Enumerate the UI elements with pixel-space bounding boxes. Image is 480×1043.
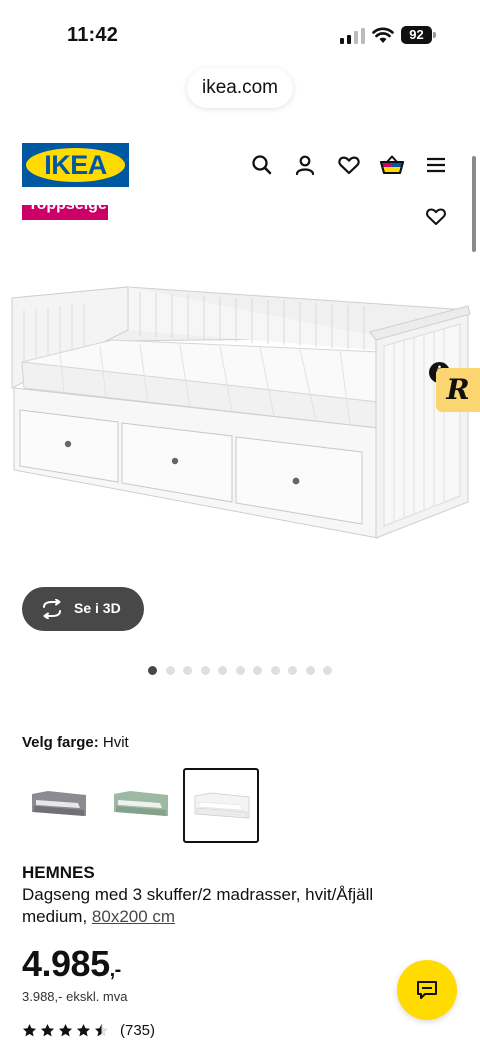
favourite-heart-icon[interactable] [424,204,448,228]
product-size-link[interactable]: 80x200 cm [92,907,175,926]
carousel-indicator[interactable] [148,666,332,675]
carousel-dot[interactable] [218,666,227,675]
carousel-dot[interactable] [305,666,315,675]
carousel-dot[interactable] [288,666,297,675]
carousel-dot[interactable] [235,666,245,675]
product-badge: Toppselger [22,205,108,220]
shopping-bag-icon[interactable] [379,152,405,178]
carousel-dot[interactable] [270,666,280,675]
wifi-icon [372,27,394,43]
battery-indicator: 92 [401,26,437,44]
carousel-dot[interactable] [200,666,210,675]
carousel-dot[interactable] [323,666,332,675]
star-icon [94,1023,109,1037]
color-swatch-green[interactable] [104,768,180,843]
r-widget-icon[interactable]: R [436,368,480,412]
carousel-dot[interactable] [253,666,262,675]
carousel-dot[interactable] [148,666,157,675]
star-icon [58,1023,73,1037]
status-time: 11:42 [67,24,119,46]
selected-color: Hvit [102,734,129,751]
rating-count: (735) [120,1022,156,1039]
carousel-dot[interactable] [183,666,192,675]
scrollbar[interactable] [472,156,476,252]
product-description: Dagseng med 3 skuffer/2 madrasser, hvit/… [22,885,374,926]
price-excl-vat: 3.988,- ekskl. mva [22,989,128,1004]
chat-button[interactable] [397,960,457,1020]
view-3d-label: Se i 3D [74,600,121,616]
status-bar: 11:42 92 [0,0,480,64]
rotate-3d-icon [43,599,61,619]
price-suffix: ,- [109,959,122,981]
logo-text: IKEA [44,150,107,180]
chat-icon [417,981,437,999]
ikea-logo[interactable]: IKEA [22,143,129,187]
star-icon [22,1023,37,1037]
star-icon [40,1023,55,1037]
search-icon[interactable] [249,152,275,178]
signal-icon [340,28,365,44]
color-swatch-white[interactable] [183,768,259,843]
product-name: HEMNES [22,863,95,882]
view-3d-button[interactable]: Se i 3D [22,587,144,631]
color-label: Velg farge: Hvit [22,734,129,751]
menu-icon[interactable] [423,152,449,178]
heart-icon[interactable] [336,152,362,178]
battery-level: 92 [401,26,432,44]
address-bar[interactable]: ikea.com [187,68,293,108]
product-rating[interactable]: (735) [22,1022,155,1039]
color-swatch-gray[interactable] [22,768,98,843]
product-image[interactable] [0,270,480,570]
product-price: 4.985,- [22,943,122,984]
carousel-dot[interactable] [165,666,175,675]
star-icon [76,1023,91,1037]
user-icon[interactable] [292,152,318,178]
